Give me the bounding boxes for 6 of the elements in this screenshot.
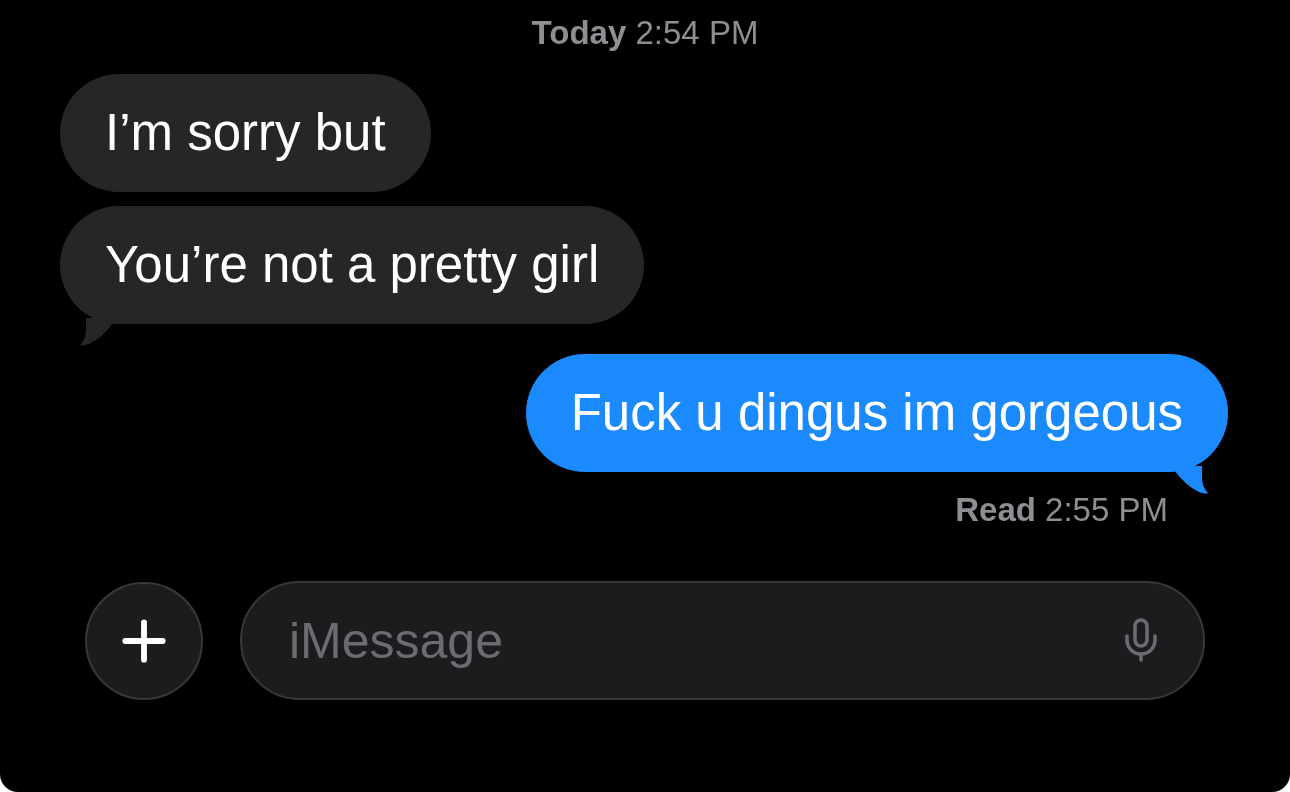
message-input[interactable]: iMessage bbox=[240, 581, 1205, 700]
message-bubble: I’m sorry but bbox=[60, 74, 431, 192]
message-bubble: Fuck u dingus im gorgeous bbox=[525, 354, 1228, 472]
timestamp: Today 2:54 PM bbox=[531, 14, 759, 52]
message-bubble: You’re not a pretty girl bbox=[60, 206, 645, 324]
read-receipt: Read 2:55 PM bbox=[955, 491, 1168, 529]
